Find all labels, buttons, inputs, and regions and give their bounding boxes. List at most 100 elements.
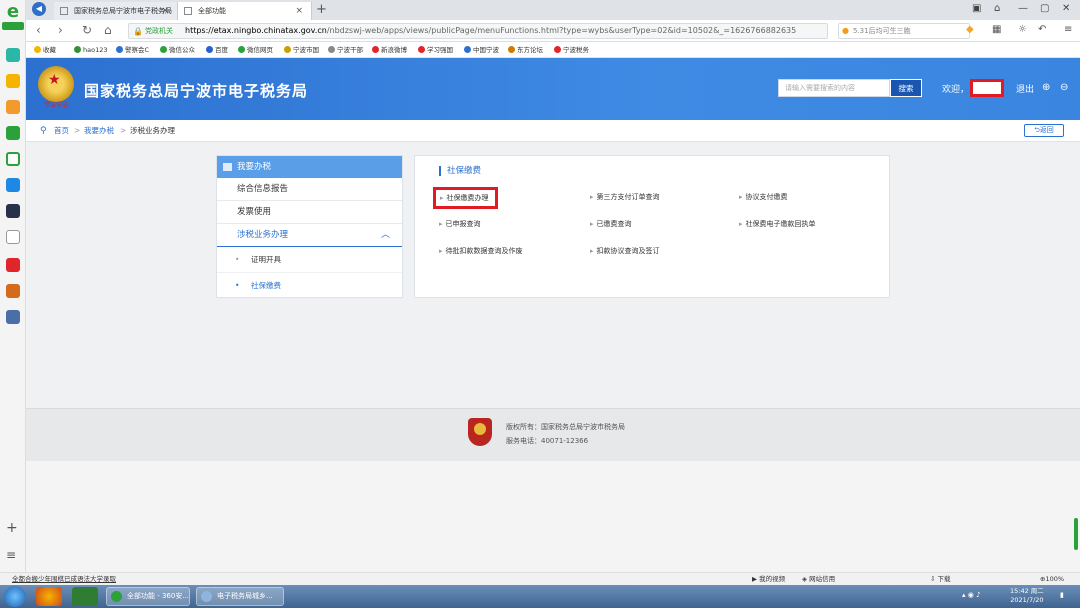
sidebar-game3-icon[interactable]	[6, 310, 20, 324]
back-icon[interactable]: ‹	[36, 23, 41, 37]
bookmark-item[interactable]: 警察会C	[116, 44, 149, 56]
apps-grid-icon[interactable]: ▦	[992, 24, 1001, 35]
menu-icon[interactable]: ≡	[1064, 24, 1072, 35]
function-paid-query[interactable]: ▸ 已缴费查询	[590, 218, 632, 230]
browser-logo[interactable]: e	[2, 2, 24, 32]
new-tab-icon[interactable]: +	[316, 2, 327, 17]
undo-icon[interactable]: ↶	[1038, 24, 1046, 35]
media-app-icon[interactable]	[36, 587, 62, 606]
tab-all-functions[interactable]: 全部功能 ×	[178, 2, 312, 20]
site-credit-button[interactable]: ◈ 网站信用	[802, 573, 835, 585]
ningbo-china-icon	[464, 46, 471, 53]
bullet-icon: ▸	[590, 220, 594, 228]
site-search-input[interactable]: 请输入需要搜索的内容	[778, 79, 890, 97]
refresh-icon[interactable]: ↻	[82, 23, 92, 37]
minimize-icon[interactable]: —	[1018, 3, 1028, 14]
sidebar-p-icon[interactable]	[6, 178, 20, 192]
sidebar-app-icon[interactable]	[6, 48, 20, 62]
url-field[interactable]: 🔒 党政机关 https://etax.ningbo.chinatax.gov.…	[128, 23, 828, 39]
site-search-button[interactable]: 搜索	[890, 79, 922, 97]
sidebar-game2-icon[interactable]	[6, 284, 20, 298]
submenu-social-insurance[interactable]: • 社保缴费	[217, 273, 402, 299]
sidebar-weibo-icon[interactable]	[6, 100, 20, 114]
bookmark-item[interactable]: 微信公众	[160, 44, 195, 56]
excel-icon[interactable]	[72, 587, 98, 606]
browser-search-input[interactable]: ● 5.31后均可生三胞	[838, 23, 970, 39]
bullet-icon: ▸	[440, 194, 444, 202]
sidebar-doc-icon[interactable]	[6, 230, 20, 244]
bookmark-item[interactable]: 宁波税务	[554, 44, 589, 56]
bullet-icon: ▸	[590, 193, 594, 201]
close-window-icon[interactable]: ✕	[1062, 3, 1070, 14]
extension-icon[interactable]: ◆	[966, 24, 974, 35]
url-domain: https://etax.ningbo.chinatax.gov.cn	[185, 26, 327, 35]
breadcrumb-level1[interactable]: 我要办税	[84, 120, 114, 142]
menu-item-invoice[interactable]: 发票使用	[217, 201, 402, 224]
zoom-out-icon[interactable]: ⊖	[1060, 82, 1068, 93]
back-button[interactable]: ⮌返回	[1024, 124, 1064, 137]
submenu-certificate[interactable]: • 证明开具	[217, 247, 402, 273]
chevron-up-icon[interactable]: ︿	[381, 224, 390, 247]
browser-home-icon[interactable]: ◀	[32, 2, 46, 16]
sidebar-red-icon[interactable]	[6, 258, 20, 272]
bookmark-item[interactable]: hao123	[74, 44, 108, 56]
start-button[interactable]	[4, 586, 26, 607]
bullet-icon: •	[235, 281, 240, 290]
window-menu-icon[interactable]: ▣	[972, 3, 981, 14]
breadcrumb-home[interactable]: 首页	[54, 120, 69, 142]
function-social-insurance-payment[interactable]: ▸ 社保缴费办理	[433, 187, 498, 209]
sidebar-menu-icon[interactable]: ≡	[6, 548, 16, 562]
function-electronic-receipt[interactable]: ▸ 社保费电子缴款回执单	[739, 218, 816, 230]
bookmark-item[interactable]: 宁波干部	[328, 44, 363, 56]
taskbar-etax-window[interactable]: 电子税务局城乡...	[196, 587, 284, 606]
close-tab-icon[interactable]: ×	[295, 2, 303, 20]
function-third-party-order-query[interactable]: ▸ 第三方支付订单查询	[590, 191, 660, 203]
bookmark-item[interactable]: 中国宁波	[464, 44, 499, 56]
bookmark-item[interactable]: 新浪微博	[372, 44, 407, 56]
news-ticker-link[interactable]: 全都合搬少年围棋已成语法大学录取	[12, 573, 116, 585]
zoom-in-icon[interactable]: ⊕	[1042, 82, 1050, 93]
bookmark-item[interactable]: 百度	[206, 44, 228, 56]
tax-emblem-logo[interactable]: ★ 学法守法	[38, 66, 74, 109]
download-button[interactable]: ⇩ 下载	[930, 573, 951, 585]
taskbar-browser-window[interactable]: 全部功能 - 360安...	[106, 587, 190, 606]
site-badge: 党政机关	[145, 27, 173, 35]
sidebar-add-icon[interactable]: +	[6, 520, 18, 536]
bookmark-item[interactable]: 宁波市国	[284, 44, 319, 56]
bookmark-item[interactable]: 学习强国	[418, 44, 453, 56]
sidebar-folder-icon[interactable]	[6, 126, 20, 140]
video-button[interactable]: ▶ 我的视频	[752, 573, 785, 585]
function-deduction-agreement[interactable]: ▸ 扣款协议查询及签订	[590, 245, 660, 257]
close-tab-icon[interactable]: ×	[161, 2, 169, 20]
site-title: 国家税务总局宁波市电子税务局	[84, 82, 309, 100]
bookmark-item[interactable]: 东方论坛	[508, 44, 543, 56]
sidebar-link-icon[interactable]	[6, 152, 20, 166]
function-declared-query[interactable]: ▸ 已申报查询	[439, 218, 481, 230]
logout-link[interactable]: 退出	[1016, 82, 1034, 95]
show-desktop-icon[interactable]: ▮	[1060, 591, 1064, 599]
system-clock[interactable]: 15:42 周二 2021/7/20	[1010, 587, 1044, 605]
location-pin-icon: ⚲	[40, 126, 47, 136]
bullet-icon: •	[235, 255, 240, 264]
wechat-icon	[160, 46, 167, 53]
forward-icon[interactable]: ›	[58, 23, 63, 37]
skin-icon[interactable]: ⌂	[994, 3, 1000, 14]
tray-icons[interactable]: ▴ ◉ ♪	[962, 591, 981, 599]
bookmark-item[interactable]: 收藏	[34, 44, 56, 56]
user-name-redacted[interactable]	[970, 79, 1004, 97]
function-pending-deduction[interactable]: ▸ 待批扣款数据查询及作废	[439, 245, 523, 257]
breadcrumb: ⚲ 首页 > 我要办税 > 涉税业务办理 ⮌返回	[26, 120, 1080, 142]
bookmark-item[interactable]: 微信网页	[238, 44, 273, 56]
zoom-level[interactable]: ⊕100%	[1040, 573, 1064, 585]
breadcrumb-current: 涉税业务办理	[130, 126, 175, 135]
menu-item-tax-business[interactable]: 涉税业务办理 ︿	[217, 224, 402, 247]
maximize-icon[interactable]: ▢	[1040, 3, 1049, 14]
brightness-icon[interactable]: ☼	[1018, 24, 1027, 35]
home-icon[interactable]: ⌂	[104, 23, 112, 37]
scrollbar-thumb[interactable]	[1074, 518, 1078, 550]
sidebar-star-icon[interactable]	[6, 74, 20, 88]
tab-etax-home[interactable]: 国家税务总局宁波市电子税务局 ×	[54, 2, 178, 20]
sidebar-game-icon[interactable]	[6, 204, 20, 218]
menu-item-info-report[interactable]: 综合信息报告	[217, 178, 402, 201]
function-agreement-payment[interactable]: ▸ 协议支付缴费	[739, 191, 788, 203]
